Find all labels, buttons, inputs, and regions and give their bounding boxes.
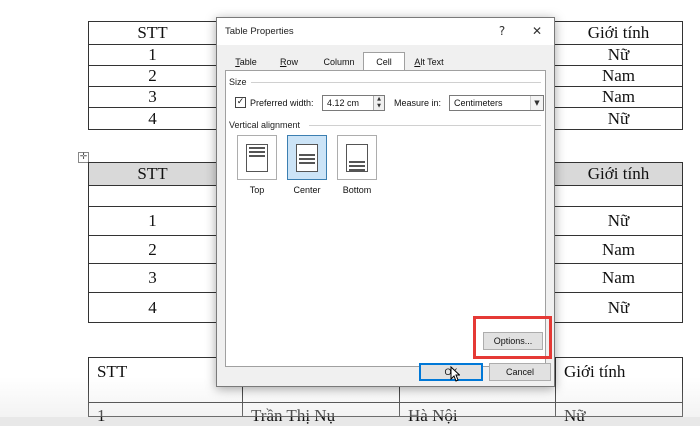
tab-table[interactable]: Table: [227, 54, 265, 70]
align-center-label: Center: [293, 185, 321, 195]
tab-cell[interactable]: Cell: [363, 52, 405, 71]
help-icon[interactable]: ?: [493, 23, 511, 39]
close-icon[interactable]: ✕: [528, 23, 546, 39]
table2-header-stt[interactable]: STT: [88, 162, 217, 186]
preferred-width-input[interactable]: 4.12 cm ▲ ▼: [322, 95, 385, 111]
dialog-tabs: Table Row Column Cell Alt Text: [225, 52, 546, 71]
table2-cell-gender[interactable]: Nữ: [554, 206, 683, 236]
tab-alt-text[interactable]: Alt Text: [408, 54, 450, 70]
preferred-width-value: 4.12 cm: [327, 98, 360, 108]
table2-cell-stt[interactable]: 4: [88, 292, 217, 323]
align-bottom-icon: [346, 144, 368, 172]
table3-cell-gender[interactable]: Nữ: [555, 402, 683, 425]
table3-cell-name[interactable]: Trần Thị Nụ: [242, 402, 400, 425]
table3-header-gender[interactable]: Giới tính: [555, 357, 683, 403]
mouse-cursor-icon: [450, 366, 460, 382]
table2-cell-gender[interactable]: Nam: [554, 263, 683, 293]
table3-cell-stt[interactable]: 1: [88, 402, 243, 425]
align-bottom-button[interactable]: [337, 135, 377, 180]
table1-cell-stt[interactable]: 4: [88, 107, 217, 130]
table1-cell-gender[interactable]: Nữ: [554, 44, 683, 66]
table2-cell-stt[interactable]: 2: [88, 235, 217, 264]
table2-header-gender[interactable]: Giới tính: [554, 162, 683, 186]
align-top-icon: [246, 144, 268, 172]
table2-header-spacer[interactable]: [554, 185, 683, 207]
cancel-button[interactable]: Cancel: [489, 363, 551, 381]
size-group-divider: [245, 82, 541, 83]
align-top-label: Top: [249, 185, 265, 195]
table1-cell-gender[interactable]: Nam: [554, 86, 683, 108]
preferred-width-spinner[interactable]: ▲ ▼: [373, 96, 384, 110]
spin-up-icon[interactable]: ▲: [374, 96, 384, 103]
measure-in-select[interactable]: Centimeters ▼: [449, 95, 544, 111]
table1-cell-gender[interactable]: Nữ: [554, 107, 683, 130]
table2-cell-gender[interactable]: Nữ: [554, 292, 683, 323]
measure-in-value: Centimeters: [454, 98, 503, 108]
dialog-titlebar[interactable]: Table Properties ? ✕: [217, 18, 554, 45]
align-center-icon: [296, 144, 318, 172]
table3-cell-address[interactable]: Hà Nội: [399, 402, 556, 425]
size-group-label: Size: [229, 77, 251, 87]
alignment-group-divider: [309, 125, 541, 126]
preferred-width-label: Preferred width:: [250, 98, 314, 108]
align-top-button[interactable]: [237, 135, 277, 180]
table1-cell-stt[interactable]: 2: [88, 65, 217, 87]
chevron-down-icon[interactable]: ▼: [530, 96, 543, 110]
align-bottom-label: Bottom: [342, 185, 372, 195]
options-highlight-box: [473, 316, 552, 359]
spin-down-icon[interactable]: ▼: [374, 103, 384, 110]
table2-cell-gender[interactable]: Nam: [554, 235, 683, 264]
table2-cell-stt[interactable]: 1: [88, 206, 217, 236]
preferred-width-checkbox[interactable]: ✓: [235, 97, 246, 108]
table1-cell-gender[interactable]: Nam: [554, 65, 683, 87]
table2-header-spacer[interactable]: [88, 185, 217, 207]
vertical-alignment-label: Vertical alignment: [229, 120, 305, 130]
tab-column[interactable]: Column: [317, 54, 361, 70]
table1-cell-stt[interactable]: 1: [88, 44, 217, 66]
dialog-title: Table Properties: [225, 26, 294, 37]
align-center-button[interactable]: [287, 135, 327, 180]
table1-cell-stt[interactable]: 3: [88, 86, 217, 108]
tab-row[interactable]: Row: [273, 54, 305, 70]
table2-cell-stt[interactable]: 3: [88, 263, 217, 293]
table1-header-stt[interactable]: STT: [88, 21, 217, 45]
measure-in-label: Measure in:: [394, 98, 442, 108]
table1-header-gender[interactable]: Giới tính: [554, 21, 683, 45]
